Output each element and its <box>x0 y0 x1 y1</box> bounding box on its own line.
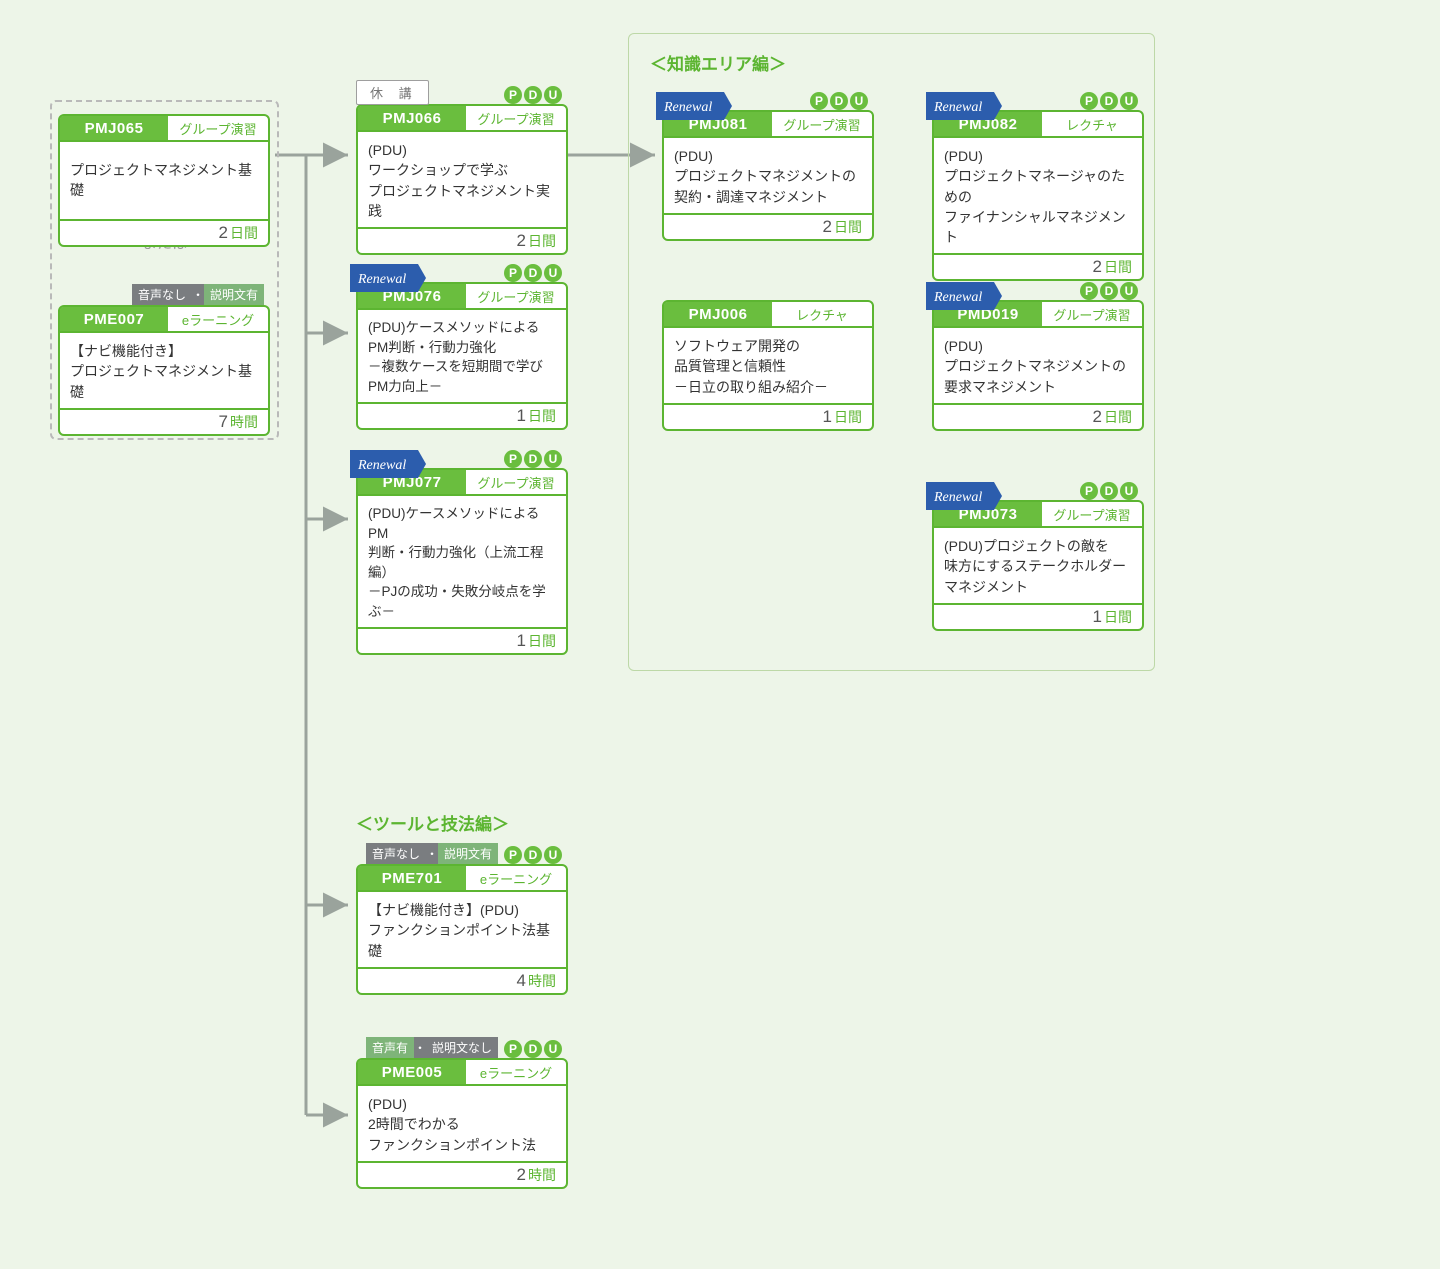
renewal-badge: Renewal <box>926 482 1002 510</box>
course-duration: 4時間 <box>358 967 566 993</box>
course-duration: 2日間 <box>664 213 872 239</box>
card-pme701[interactable]: 音声なし・説明文有 PDU PME701 eラーニング 【ナビ機能付き】(PDU… <box>356 864 568 995</box>
course-code: PME007 <box>60 307 168 331</box>
card-pmj065[interactable]: PMJ065 グループ演習 プロジェクトマネジメント基礎 2日間 <box>58 114 270 247</box>
course-duration: 2時間 <box>358 1161 566 1187</box>
knowledge-area-title: ＜知識エリア編＞ <box>650 50 786 75</box>
course-type: レクチャ <box>772 302 872 326</box>
svg-text:Renewal: Renewal <box>663 100 712 115</box>
course-type: グループ演習 <box>168 116 268 140</box>
course-title: (PDU)ケースメソッドによるPM判断・行動力強化－複数ケースを短期間で学びPM… <box>358 310 566 402</box>
course-title: (PDU)プロジェクトの敵を味方にするステークホルダーマネジメント <box>934 528 1142 603</box>
course-title: 【ナビ機能付き】(PDU)ファンクションポイント法基礎 <box>358 892 566 967</box>
renewal-badge: Renewal <box>350 450 426 478</box>
card-pmj076[interactable]: Renewal PDU PMJ076 グループ演習 (PDU)ケースメソッドによ… <box>356 282 568 430</box>
course-code: PMJ065 <box>60 116 168 140</box>
course-duration: 2日間 <box>358 227 566 253</box>
card-pme007[interactable]: 音声なし・説明文有 PME007 eラーニング 【ナビ機能付き】プロジェクトマネ… <box>58 305 270 436</box>
svg-text:Renewal: Renewal <box>357 458 406 473</box>
course-title: (PDU)プロジェクトマネージャのためのファイナンシャルマネジメント <box>934 138 1142 253</box>
course-code: PME701 <box>358 866 466 890</box>
card-pmj082[interactable]: Renewal PDU PMJ082 レクチャ (PDU)プロジェクトマネージャ… <box>932 110 1144 281</box>
course-type: eラーニング <box>466 1060 566 1084</box>
course-duration: 2日間 <box>934 253 1142 279</box>
course-type: グループ演習 <box>1042 302 1142 326</box>
course-title: (PDU)ワークショップで学ぶプロジェクトマネジメント実践 <box>358 132 566 227</box>
course-duration: 2日間 <box>60 219 268 245</box>
course-type: グループ演習 <box>772 112 872 136</box>
renewal-badge: Renewal <box>350 264 426 292</box>
card-pmj081[interactable]: Renewal PDU PMJ081 グループ演習 (PDU)プロジェクトマネジ… <box>662 110 874 241</box>
card-pmj073[interactable]: Renewal PDU PMJ073 グループ演習 (PDU)プロジェクトの敵を… <box>932 500 1144 631</box>
course-type: グループ演習 <box>1042 502 1142 526</box>
course-type: グループ演習 <box>466 106 566 130</box>
course-duration: 1日間 <box>358 627 566 653</box>
course-title: ソフトウェア開発の品質管理と信頼性－日立の取り組み紹介－ <box>664 328 872 403</box>
svg-text:Renewal: Renewal <box>357 272 406 287</box>
course-duration: 1日間 <box>664 403 872 429</box>
svg-text:Renewal: Renewal <box>933 490 982 505</box>
course-type: グループ演習 <box>466 470 566 494</box>
tools-title: ＜ツールと技法編＞ <box>356 810 509 835</box>
course-type: eラーニング <box>168 307 268 331</box>
renewal-badge: Renewal <box>926 92 1002 120</box>
card-pmj006[interactable]: PMJ006 レクチャ ソフトウェア開発の品質管理と信頼性－日立の取り組み紹介－… <box>662 300 874 431</box>
course-duration: 7時間 <box>60 408 268 434</box>
card-pme005[interactable]: 音声有・説明文なし PDU PME005 eラーニング (PDU)2時間でわかる… <box>356 1058 568 1189</box>
course-type: レクチャ <box>1042 112 1142 136</box>
course-title: (PDU)プロジェクトマネジメントの契約・調達マネジメント <box>664 138 872 213</box>
svg-text:Renewal: Renewal <box>933 100 982 115</box>
card-pmj077[interactable]: Renewal PDU PMJ077 グループ演習 (PDU)ケースメソッドによ… <box>356 468 568 655</box>
card-pmd019[interactable]: Renewal PDU PMD019 グループ演習 (PDU)プロジェクトマネジ… <box>932 300 1144 431</box>
renewal-badge: Renewal <box>926 282 1002 310</box>
course-duration: 2日間 <box>934 403 1142 429</box>
course-title: 【ナビ機能付き】プロジェクトマネジメント基礎 <box>60 333 268 408</box>
course-title: プロジェクトマネジメント基礎 <box>60 142 268 219</box>
course-code: PMJ066 <box>358 106 466 130</box>
renewal-badge: Renewal <box>656 92 732 120</box>
course-title: (PDU)プロジェクトマネジメントの要求マネジメント <box>934 328 1142 403</box>
course-duration: 1日間 <box>934 603 1142 629</box>
course-title: (PDU)2時間でわかるファンクションポイント法 <box>358 1086 566 1161</box>
course-duration: 1日間 <box>358 402 566 428</box>
course-code: PMJ006 <box>664 302 772 326</box>
course-type: eラーニング <box>466 866 566 890</box>
suspended-badge: 休 講 <box>356 80 429 105</box>
course-type: グループ演習 <box>466 284 566 308</box>
svg-text:Renewal: Renewal <box>933 290 982 305</box>
course-title: (PDU)ケースメソッドによるPM判断・行動力強化（上流工程編）－PJの成功・失… <box>358 496 566 627</box>
course-code: PME005 <box>358 1060 466 1084</box>
card-pmj066[interactable]: 休 講 PDU PMJ066 グループ演習 (PDU)ワークショップで学ぶプロジ… <box>356 104 568 255</box>
